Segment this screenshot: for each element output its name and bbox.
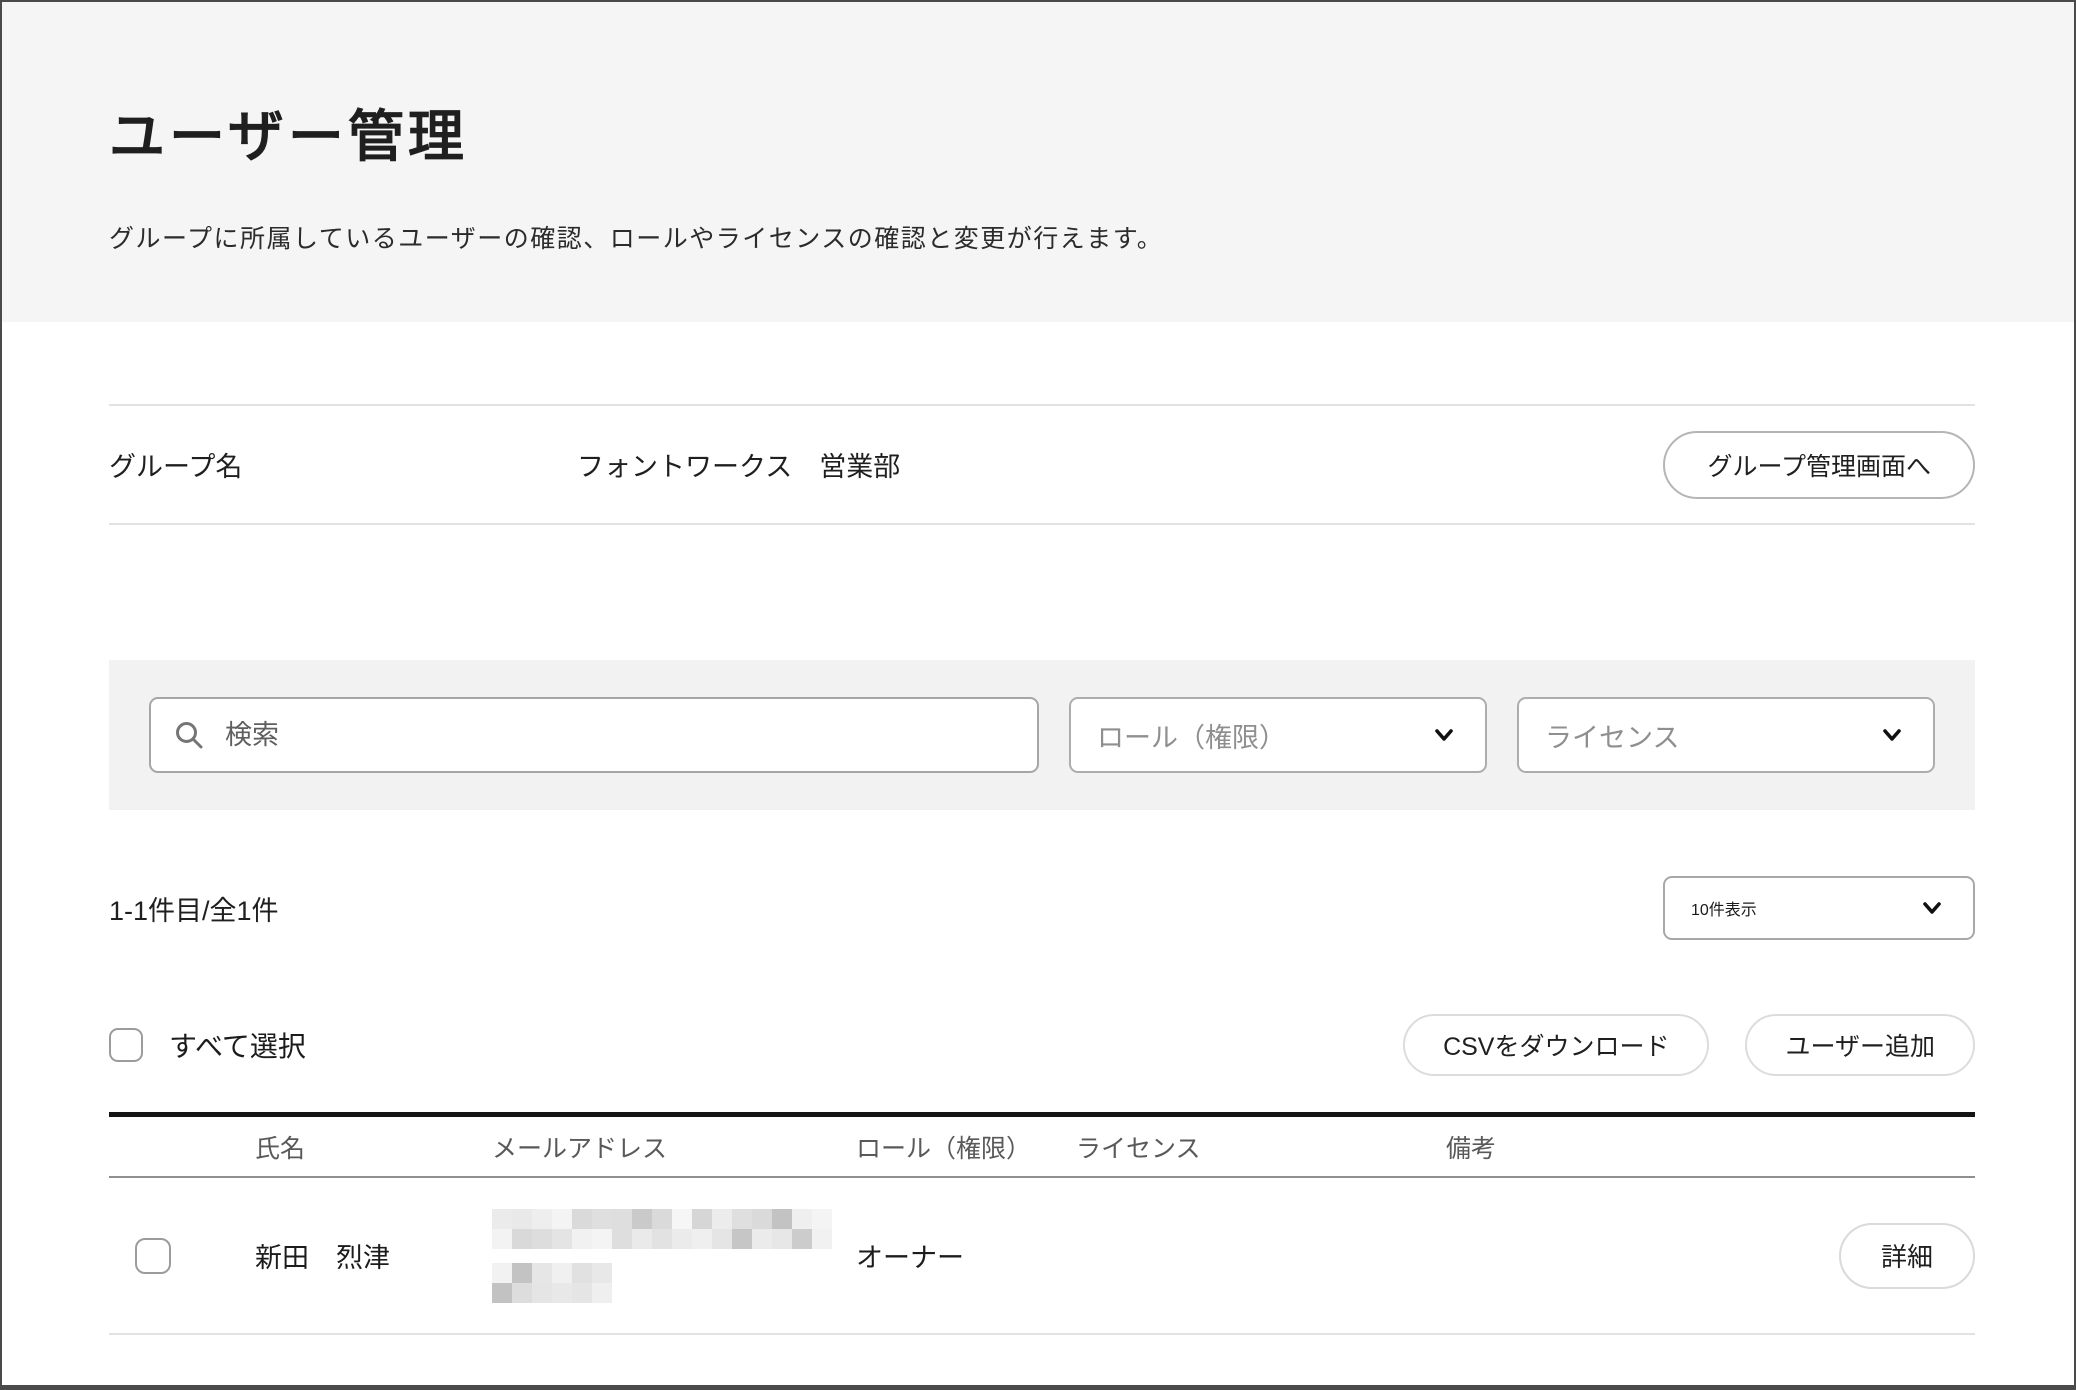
header-name: 氏名	[255, 1129, 492, 1165]
row-name: 新田 烈津	[255, 1236, 492, 1275]
user-management-page: ユーザー管理 グループに所属しているユーザーの確認、ロールやライセンスの確認と変…	[0, 0, 2076, 1390]
select-all-label: すべて選択	[169, 1025, 306, 1065]
group-name-label: グループ名	[109, 445, 577, 484]
role-filter-placeholder: ロール（権限）	[1097, 716, 1286, 755]
page-subtitle: グループに所属しているユーザーの確認、ロールやライセンスの確認と変更が行えます。	[109, 219, 1967, 255]
header-note: 備考	[1446, 1129, 1795, 1165]
group-admin-button[interactable]: グループ管理画面へ	[1663, 431, 1975, 499]
detail-button[interactable]: 詳細	[1839, 1223, 1975, 1289]
user-table: 氏名 メールアドレス ロール（権限） ライセンス 備考 新田 烈津	[109, 1112, 1975, 1335]
header-role: ロール（権限）	[856, 1129, 1076, 1165]
content: グループ名 フォントワークス 営業部 グループ管理画面へ ロール（権限）	[2, 404, 2074, 1335]
chevron-down-icon	[1917, 893, 1947, 923]
license-filter-select[interactable]: ライセンス	[1517, 697, 1935, 773]
chevron-down-icon	[1429, 720, 1459, 750]
table-header: 氏名 メールアドレス ロール（権限） ライセンス 備考	[109, 1112, 1975, 1178]
search-box[interactable]	[149, 697, 1039, 773]
role-filter-select[interactable]: ロール（権限）	[1069, 697, 1487, 773]
row-role: オーナー	[856, 1236, 1076, 1275]
license-filter-placeholder: ライセンス	[1545, 716, 1679, 755]
result-count: 1-1件目/全1件	[109, 889, 279, 928]
page-title: ユーザー管理	[109, 2, 1967, 173]
row-checkbox-cell	[109, 1238, 255, 1274]
header-email: メールアドレス	[492, 1129, 856, 1165]
row-checkbox[interactable]	[135, 1238, 171, 1274]
chevron-down-icon	[1877, 720, 1907, 750]
page-size-select[interactable]: 10件表示	[1663, 876, 1975, 940]
add-user-button[interactable]: ユーザー追加	[1745, 1014, 1975, 1076]
list-actions: CSVをダウンロード ユーザー追加	[1403, 1014, 1975, 1076]
group-name-value: フォントワークス 営業部	[577, 445, 1663, 484]
group-section: グループ名 フォントワークス 営業部 グループ管理画面へ	[109, 404, 1975, 525]
search-icon	[173, 719, 205, 751]
page-header: ユーザー管理 グループに所属しているユーザーの確認、ロールやライセンスの確認と変…	[2, 2, 2074, 322]
csv-download-button[interactable]: CSVをダウンロード	[1403, 1014, 1709, 1076]
count-row: 1-1件目/全1件 10件表示	[109, 876, 1975, 940]
search-input[interactable]	[223, 719, 1015, 752]
selectall-row: すべて選択 CSVをダウンロード ユーザー追加	[109, 1014, 1975, 1076]
redacted-email-line1	[492, 1209, 856, 1249]
header-license: ライセンス	[1076, 1129, 1446, 1165]
page-size-value: 10件表示	[1691, 896, 1757, 920]
redacted-email-line2	[492, 1263, 856, 1303]
row-email-redacted	[492, 1209, 856, 1303]
select-all-checkbox[interactable]	[109, 1028, 143, 1062]
table-row: 新田 烈津 オーナー 詳細	[109, 1178, 1975, 1335]
filter-bar: ロール（権限） ライセンス	[109, 660, 1975, 810]
